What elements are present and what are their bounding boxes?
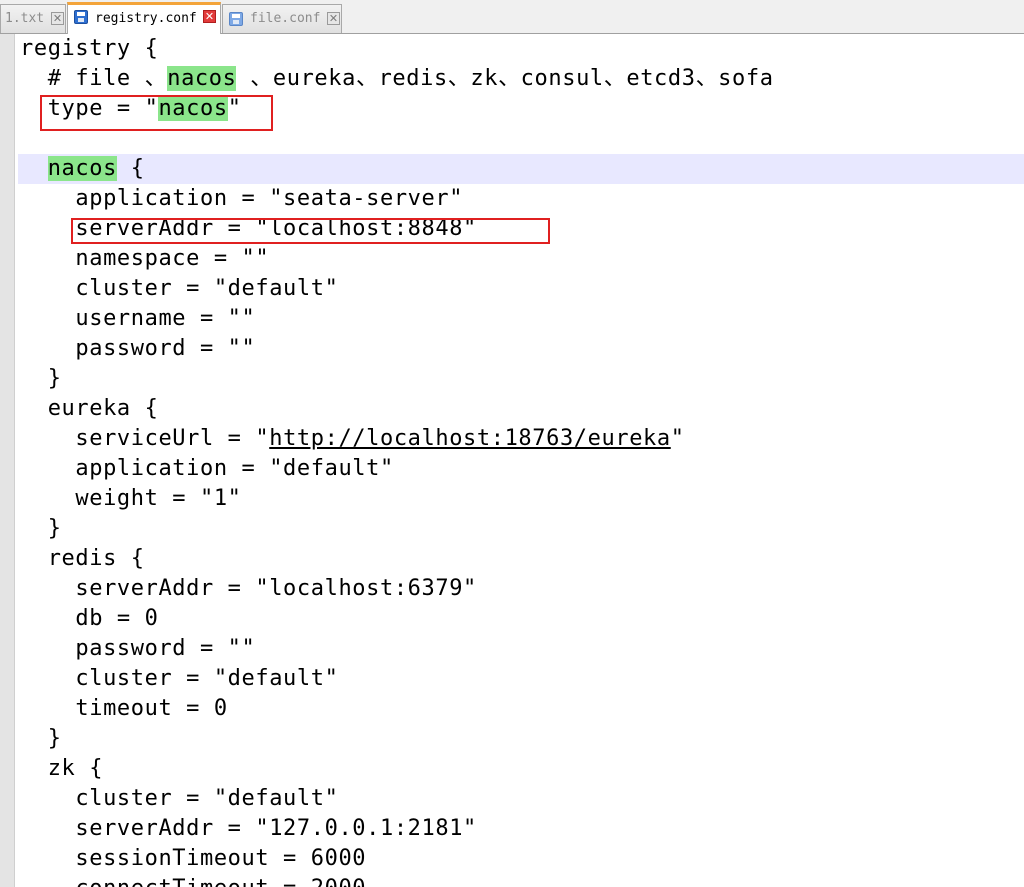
code-line: } <box>20 364 1024 394</box>
annotation-box-server-addr <box>71 218 550 244</box>
code-line: registry { <box>20 34 1024 64</box>
code-line: application = "seata-server" <box>20 184 1024 214</box>
close-tab-icon[interactable]: ✕ <box>203 10 216 23</box>
code-text: cluster = "default" <box>20 666 339 691</box>
code-text: db = 0 <box>20 606 159 631</box>
code-line: cluster = "default" <box>20 664 1024 694</box>
code-line: cluster = "default" <box>20 274 1024 304</box>
tab-file-conf[interactable]: file.conf ✕ <box>222 4 342 33</box>
code-text: } <box>20 366 62 391</box>
code-editor[interactable]: registry { # file 、nacos 、eureka、redis、z… <box>0 34 1024 887</box>
tab-label: registry.conf <box>95 11 197 26</box>
code-line: sessionTimeout = 6000 <box>20 844 1024 874</box>
code-text: " <box>670 426 685 451</box>
code-line: password = "" <box>20 634 1024 664</box>
code-line: weight = "1" <box>20 484 1024 514</box>
code-line: } <box>20 514 1024 544</box>
code-text: connectTimeout = 2000 <box>20 876 366 887</box>
code-text: application = "default" <box>20 456 394 481</box>
code-line: timeout = 0 <box>20 694 1024 724</box>
code-line: } <box>20 724 1024 754</box>
code-line: namespace = "" <box>20 244 1024 274</box>
code-text: zk { <box>20 756 104 781</box>
code-text: cluster = "default" <box>20 276 339 301</box>
code-line: db = 0 <box>20 604 1024 634</box>
code-line: redis { <box>20 544 1024 574</box>
code-line: # file 、nacos 、eureka、redis、zk、consul、et… <box>20 64 1024 94</box>
code-line: cluster = "default" <box>20 784 1024 814</box>
tab-registry-conf[interactable]: registry.conf ✕ <box>67 2 221 34</box>
tab-label: 1.txt <box>5 11 45 26</box>
code-text: 、eureka、redis、zk、consul、etcd3、sofa <box>236 66 774 91</box>
code-line: connectTimeout = 2000 <box>20 874 1024 887</box>
code-text: eureka { <box>20 396 159 421</box>
search-highlight: nacos <box>47 156 117 181</box>
close-tab-icon[interactable]: ✕ <box>327 12 340 25</box>
code-text: password = "" <box>20 336 256 361</box>
tab-bar: 1.txt ✕ registry.conf ✕ file.conf ✕ <box>0 0 1024 34</box>
code-text: registry { <box>20 36 159 61</box>
code-line: username = "" <box>20 304 1024 334</box>
code-area[interactable]: registry { # file 、nacos 、eureka、redis、z… <box>18 34 1024 887</box>
code-line: serverAddr = "localhost:6379" <box>20 574 1024 604</box>
code-line: application = "default" <box>20 454 1024 484</box>
code-text: # file 、 <box>20 66 168 91</box>
code-text: weight = "1" <box>20 486 242 511</box>
editor-gutter <box>0 34 15 887</box>
code-text: } <box>20 726 62 751</box>
code-text: password = "" <box>20 636 256 661</box>
code-line: serviceUrl = "http://localhost:18763/eur… <box>20 424 1024 454</box>
code-line: serverAddr = "127.0.0.1:2181" <box>20 814 1024 844</box>
code-text: serverAddr = "localhost:6379" <box>20 576 477 601</box>
code-text: application = "seata-server" <box>20 186 464 211</box>
saved-file-icon <box>229 12 243 26</box>
code-text: } <box>20 516 62 541</box>
code-line: eureka { <box>20 394 1024 424</box>
close-tab-icon[interactable]: ✕ <box>51 12 64 25</box>
notepad-window: 1.txt ✕ registry.conf ✕ file.conf ✕ regi… <box>0 0 1024 887</box>
tab-label: file.conf <box>250 11 321 26</box>
code-text: username = "" <box>20 306 256 331</box>
url-link[interactable]: http://localhost:18763/eureka <box>269 426 671 451</box>
tab-1-txt[interactable]: 1.txt ✕ <box>0 4 66 33</box>
code-text: timeout = 0 <box>20 696 228 721</box>
code-text: serverAddr = "127.0.0.1:2181" <box>20 816 477 841</box>
code-line: zk { <box>20 754 1024 784</box>
code-text: redis { <box>20 546 145 571</box>
code-text: namespace = "" <box>20 246 270 271</box>
code-text: cluster = "default" <box>20 786 339 811</box>
saved-file-icon <box>74 10 88 24</box>
code-line: password = "" <box>20 334 1024 364</box>
annotation-box-type <box>40 95 273 131</box>
code-text: sessionTimeout = 6000 <box>20 846 367 871</box>
current-line: nacos { <box>18 154 1024 184</box>
code-text: serviceUrl = " <box>20 426 270 451</box>
search-highlight: nacos <box>167 66 237 91</box>
code-text: { <box>116 156 145 181</box>
